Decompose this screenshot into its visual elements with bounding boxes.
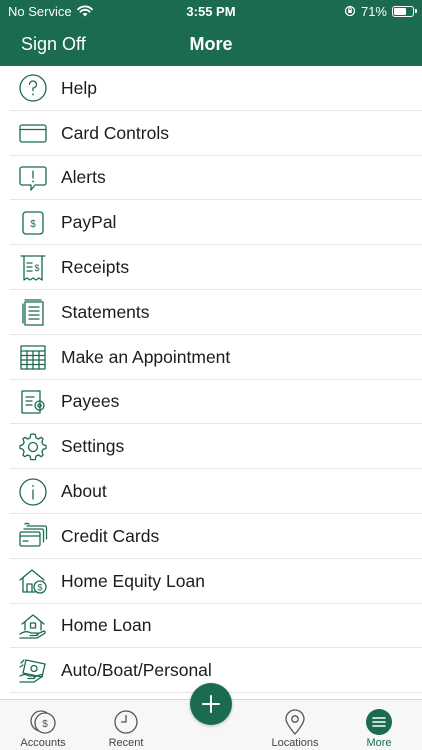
svg-text:$: $ [30, 219, 36, 230]
home-equity-icon: $ [8, 559, 58, 603]
header: No Service 3:55 PM 71% Sign Off More [0, 0, 422, 66]
tab-label: More [366, 737, 392, 749]
tab-label: Recent [108, 737, 144, 749]
menu-item-settings[interactable]: Settings [0, 424, 422, 469]
orientation-lock-icon [344, 5, 356, 17]
payees-icon [8, 380, 58, 424]
menu-item-card-controls[interactable]: Card Controls [0, 111, 422, 156]
home-loan-icon [8, 604, 58, 648]
svg-text:$: $ [42, 719, 48, 730]
alert-icon [8, 156, 58, 200]
menu-item-home-loan[interactable]: Home Loan [0, 604, 422, 649]
menu-item-home-equity-loan[interactable]: $ Home Equity Loan [0, 559, 422, 604]
tab-label: Locations [271, 737, 319, 749]
nav-bar: Sign Off More [0, 22, 422, 66]
svg-text:$: $ [37, 583, 42, 593]
menu-item-label: Make an Appointment [61, 346, 231, 367]
battery-icon [392, 5, 417, 17]
menu-item-label: Receipts [61, 257, 130, 278]
wifi-icon [76, 5, 93, 17]
menu-item-credit-cards[interactable]: Credit Cards [0, 514, 422, 559]
menu-item-label: About [61, 481, 107, 502]
more-menu-list: Help Card Controls Alerts $ PayPal $ Receipts S… [0, 66, 422, 699]
location-pin-icon [285, 709, 305, 735]
tab-more[interactable]: More [337, 700, 421, 750]
paypal-icon: $ [8, 201, 58, 245]
plus-icon [202, 695, 220, 713]
svg-text:$: $ [34, 263, 39, 273]
battery-percent: 71% [360, 3, 387, 19]
menu-item-help[interactable]: Help [0, 66, 422, 111]
sign-off-button[interactable]: Sign Off [21, 34, 86, 55]
menu-item-alerts[interactable]: Alerts [0, 156, 422, 201]
menu-item-label: Auto/Boat/Personal [61, 660, 212, 681]
gear-icon [8, 425, 58, 469]
clock-icon [114, 710, 138, 734]
menu-item-label: Credit Cards [61, 525, 160, 546]
tab-label: Accounts [20, 737, 66, 749]
help-icon [8, 66, 58, 110]
tab-accounts[interactable]: $ Accounts [1, 700, 85, 750]
tab-recent[interactable]: Recent [84, 700, 168, 750]
menu-item-receipts[interactable]: $ Receipts [0, 245, 422, 290]
carrier-label: No Service [8, 3, 72, 19]
menu-item-label: Statements [61, 301, 150, 322]
credit-cards-icon [8, 514, 58, 558]
menu-item-label: PayPal [61, 212, 117, 233]
calendar-icon [8, 335, 58, 379]
menu-item-label: Home Loan [61, 615, 152, 636]
tab-locations[interactable]: Locations [253, 700, 337, 750]
menu-item-make-an-appointment[interactable]: Make an Appointment [0, 335, 422, 380]
statement-icon [8, 290, 58, 334]
card-icon [8, 111, 58, 155]
receipt-icon: $ [8, 246, 58, 290]
menu-item-label: Settings [61, 436, 125, 457]
menu-icon [366, 709, 392, 735]
menu-item-label: Card Controls [61, 122, 169, 143]
tab-bar: $ Accounts Recent Locations More [0, 683, 422, 750]
menu-item-payees[interactable]: Payees [0, 380, 422, 425]
quick-action-button[interactable] [190, 683, 232, 725]
menu-item-about[interactable]: About [0, 469, 422, 514]
info-icon [8, 470, 58, 514]
money-icon [8, 649, 58, 693]
status-bar: No Service 3:55 PM 71% [0, 0, 422, 22]
menu-item-label: Help [61, 77, 97, 98]
menu-item-paypal[interactable]: $ PayPal [0, 200, 422, 245]
menu-item-statements[interactable]: Statements [0, 290, 422, 335]
menu-item-label: Home Equity Loan [61, 570, 205, 591]
menu-item-label: Alerts [61, 167, 106, 188]
menu-item-label: Payees [61, 391, 120, 412]
accounts-icon: $ [30, 710, 56, 734]
